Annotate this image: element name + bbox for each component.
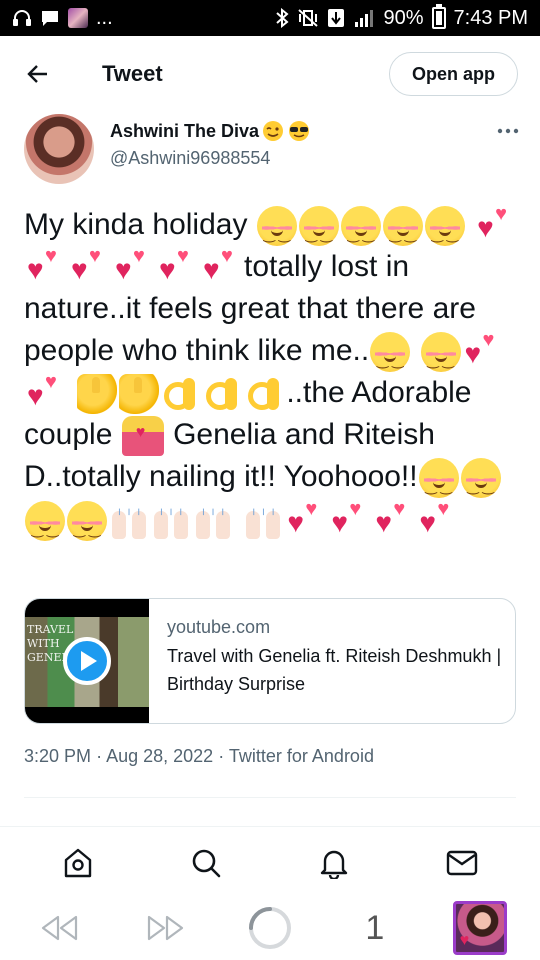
smiling-blush-icon bbox=[420, 332, 461, 381]
smiling-blush-icon bbox=[67, 500, 107, 550]
browser-bar: 1 bbox=[0, 896, 540, 960]
smiling-blush-icon bbox=[424, 206, 465, 255]
raising-hands-icon bbox=[243, 495, 283, 541]
status-bar: ... 90% 7:43 PM bbox=[0, 0, 540, 36]
two-hearts-icon bbox=[463, 330, 505, 372]
divider bbox=[0, 826, 540, 827]
tab-count: 1 bbox=[365, 908, 385, 947]
smiling-blush-icon bbox=[418, 458, 459, 507]
ok-hand-icon bbox=[161, 374, 201, 414]
two-hearts-icon bbox=[69, 246, 111, 288]
signal-icon bbox=[353, 8, 375, 28]
smiling-blush-icon bbox=[25, 500, 65, 550]
author-name-row[interactable]: Ashwini The Diva bbox=[110, 120, 311, 142]
browser-forward-button[interactable] bbox=[137, 900, 193, 956]
link-title: Travel with Genelia ft. Riteish Deshmukh… bbox=[167, 646, 502, 694]
vibrate-off-icon bbox=[297, 8, 319, 28]
author-text: Ashwini The Diva @Ashwini96988554 bbox=[110, 114, 311, 188]
more-notifications: ... bbox=[96, 6, 113, 29]
notifications-icon bbox=[320, 850, 348, 879]
tweet-text: My kinda holiday totally lost in nature.… bbox=[24, 204, 520, 550]
two-hearts-icon bbox=[475, 204, 517, 246]
two-hearts-icon bbox=[285, 499, 327, 541]
browser-reload-button[interactable] bbox=[242, 900, 298, 956]
chat-icon bbox=[40, 9, 60, 27]
fast-forward-icon bbox=[148, 915, 184, 941]
tweet-text-segment: My kinda holiday bbox=[24, 208, 248, 241]
ok-hand-icon bbox=[203, 374, 243, 414]
ok-hand-icon bbox=[245, 374, 285, 414]
thumbs-up-icon bbox=[119, 374, 160, 415]
smiling-blush-icon bbox=[370, 332, 411, 381]
play-icon[interactable] bbox=[63, 637, 111, 685]
battery-percent: 90% bbox=[383, 6, 424, 29]
smiling-blush-icon bbox=[382, 206, 423, 255]
nav-notifications[interactable] bbox=[310, 839, 358, 887]
more-options-button[interactable] bbox=[496, 118, 520, 142]
loading-spinner-icon bbox=[248, 907, 291, 949]
tweet-meta: 3:20 PM · Aug 28, 2022 · Twitter for And… bbox=[24, 746, 374, 767]
two-hearts-icon bbox=[157, 246, 199, 288]
clock: 7:43 PM bbox=[453, 6, 528, 29]
nav-home[interactable] bbox=[54, 839, 102, 887]
two-hearts-icon bbox=[201, 246, 243, 288]
home-icon bbox=[64, 848, 92, 878]
author-name: Ashwini The Diva bbox=[110, 120, 260, 141]
two-hearts-icon bbox=[417, 499, 459, 541]
two-hearts-icon bbox=[329, 499, 371, 541]
raising-hands-icon bbox=[109, 495, 149, 541]
browser-back-button[interactable] bbox=[32, 900, 88, 956]
header: Tweet Open app bbox=[0, 36, 540, 112]
avatar[interactable] bbox=[24, 114, 94, 184]
thumbnail-text: TRAVEL WITH GENELIA bbox=[27, 623, 82, 664]
link-domain: youtube.com bbox=[167, 617, 271, 637]
open-app-button[interactable]: Open app bbox=[388, 52, 518, 96]
tweet-date[interactable]: Aug 28, 2022 bbox=[106, 746, 213, 766]
author-handle[interactable]: @Ashwini96988554 bbox=[110, 148, 311, 169]
video-thumbnail[interactable]: TRAVEL WITH GENELIA bbox=[25, 599, 149, 723]
nav-messages[interactable] bbox=[438, 839, 486, 887]
status-left: ... bbox=[12, 7, 113, 30]
rewind-icon bbox=[42, 915, 78, 941]
data-saver-icon bbox=[327, 8, 345, 28]
meta-separator: · bbox=[96, 746, 103, 766]
smiling-blush-icon bbox=[256, 206, 297, 255]
two-hearts-icon bbox=[25, 372, 67, 414]
link-card-body: youtube.com Travel with Genelia ft. Rite… bbox=[149, 599, 515, 723]
smiling-blush-icon bbox=[298, 206, 339, 255]
search-icon bbox=[192, 849, 221, 878]
profile-thumbnail bbox=[452, 901, 507, 955]
more-dots-icon bbox=[497, 128, 519, 134]
tweet-client[interactable]: Twitter for Android bbox=[229, 746, 374, 766]
two-hearts-icon bbox=[373, 499, 415, 541]
bluetooth-icon bbox=[275, 8, 290, 28]
messages-icon bbox=[446, 850, 478, 876]
link-card[interactable]: TRAVEL WITH GENELIA youtube.com Travel w… bbox=[24, 598, 516, 724]
raising-hands-icon bbox=[151, 495, 191, 541]
battery-icon bbox=[431, 4, 446, 29]
meta-separator: · bbox=[218, 746, 225, 766]
nav-search[interactable] bbox=[182, 839, 230, 887]
wink-face-icon bbox=[263, 121, 284, 141]
raising-hands-icon bbox=[193, 495, 233, 541]
page-title: Tweet bbox=[102, 61, 163, 86]
headset-icon bbox=[12, 9, 32, 27]
smiling-blush-icon bbox=[340, 206, 381, 255]
profile-button[interactable] bbox=[452, 900, 508, 956]
tweet-time[interactable]: 3:20 PM bbox=[24, 746, 91, 766]
divider bbox=[24, 797, 516, 798]
arrow-left-icon bbox=[27, 65, 47, 83]
tweet-author: Ashwini The Diva @Ashwini96988554 bbox=[24, 114, 520, 188]
thumbs-up-icon bbox=[77, 374, 118, 415]
status-right: 90% 7:43 PM bbox=[275, 4, 528, 30]
bottom-nav bbox=[0, 830, 540, 896]
smiling-blush-icon bbox=[460, 458, 501, 507]
couple-with-heart-icon bbox=[121, 412, 164, 457]
two-hearts-icon bbox=[25, 246, 67, 288]
sunglasses-face-icon bbox=[289, 121, 310, 141]
back-button[interactable] bbox=[22, 58, 54, 90]
two-hearts-icon bbox=[113, 246, 155, 288]
tabs-button[interactable]: 1 bbox=[347, 900, 403, 956]
notification-thumbnail bbox=[68, 8, 88, 28]
